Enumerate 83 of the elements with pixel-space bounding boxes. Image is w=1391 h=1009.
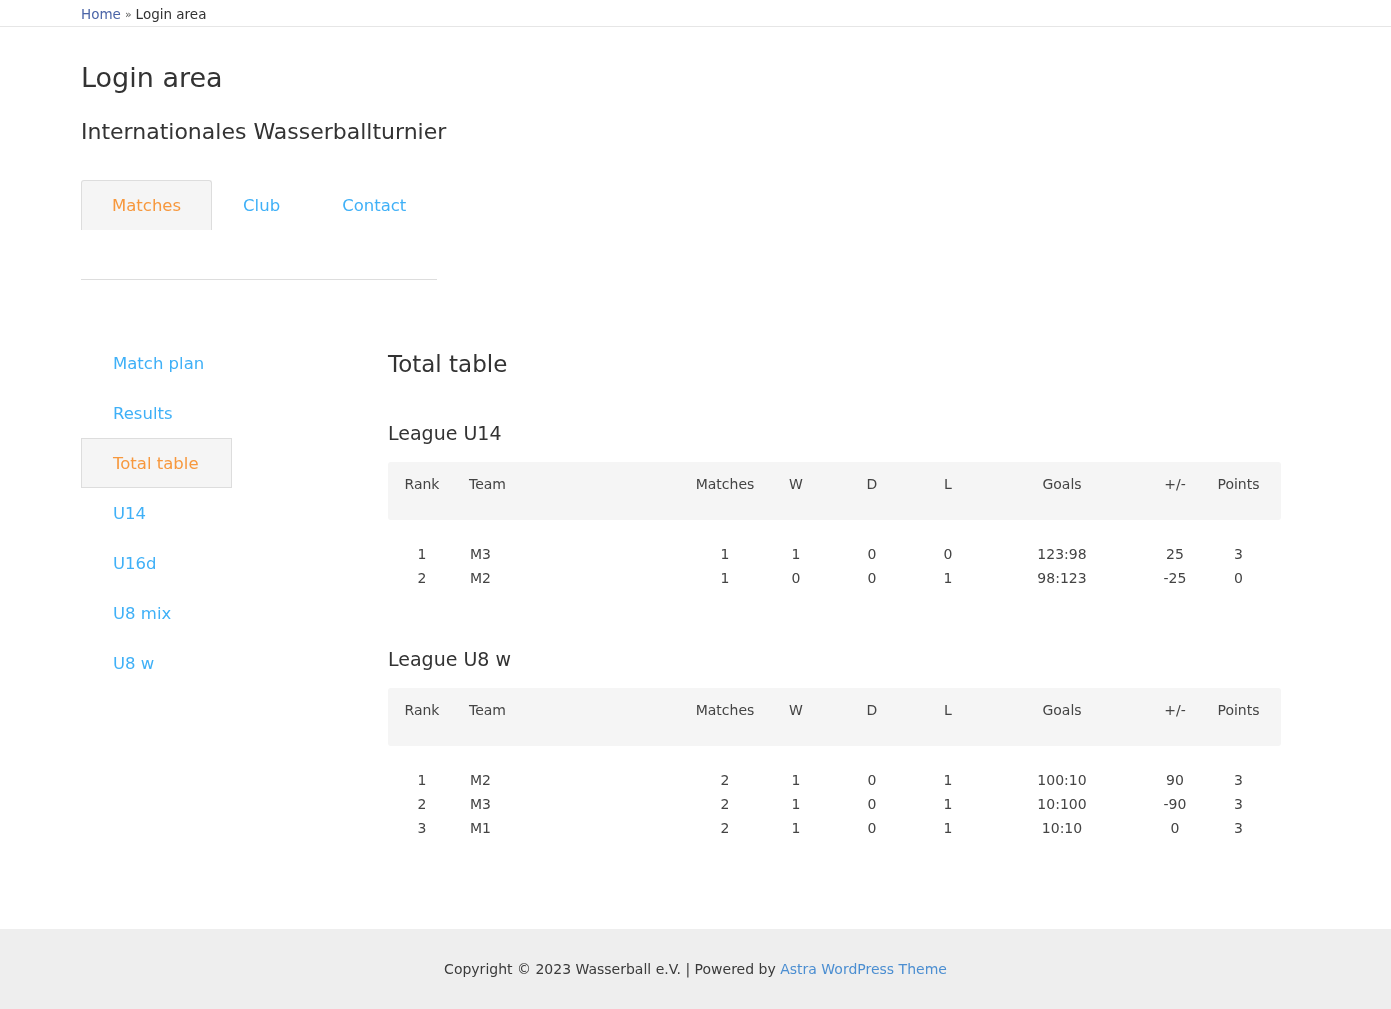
column-header: Rank: [403, 476, 441, 492]
column-header: Matches: [694, 476, 756, 492]
table-cell-text: 123:98: [1036, 546, 1088, 562]
breadcrumb-current: Login area: [135, 6, 207, 22]
table-cell-text: 1: [790, 772, 802, 788]
section-title: Total table: [388, 350, 509, 379]
table-cell-text: 0: [866, 772, 878, 788]
column-header: D: [865, 476, 879, 492]
table-cell-text: 0: [866, 546, 878, 562]
table-cell-text: 0: [866, 570, 878, 586]
page-title: Login area: [81, 61, 224, 95]
table-cell-text: 1: [942, 570, 954, 586]
column-header: Rank: [403, 702, 441, 718]
breadcrumb-separator: »: [124, 7, 132, 21]
table-cell-text: 1: [719, 570, 731, 586]
table-cell-text: M2: [469, 772, 492, 788]
column-header: W: [788, 476, 804, 492]
sidebar-item[interactable]: Results: [81, 388, 232, 438]
league-title: League U8 w: [388, 647, 512, 672]
sidebar-item[interactable]: U8 mix: [81, 588, 232, 638]
table-cell-text: 2: [719, 820, 731, 836]
table-cell-text: 1: [790, 546, 802, 562]
theme-link[interactable]: Astra WordPress Theme: [780, 961, 947, 977]
table-cell-text: 0: [1233, 570, 1244, 586]
tab[interactable]: Contact: [311, 180, 438, 230]
column-header: Team: [468, 476, 507, 492]
table-cell-text: 2: [416, 796, 428, 812]
table-cell-text: 1: [942, 772, 954, 788]
column-header: L: [943, 476, 953, 492]
table-cell-text: 98:123: [1036, 570, 1088, 586]
table-cell-text: 1: [416, 772, 428, 788]
column-header: Points: [1216, 702, 1261, 718]
column-header: L: [943, 702, 953, 718]
table-cell-text: -25: [1162, 570, 1188, 586]
column-header: Points: [1216, 476, 1261, 492]
table-cell-text: 2: [719, 772, 731, 788]
column-header: +/-: [1163, 476, 1187, 492]
table-cell-text: -90: [1162, 796, 1188, 812]
table-cell-text: M1: [469, 820, 492, 836]
column-header: D: [865, 702, 879, 718]
footer-text: Copyright © 2023 Wasserball e.V. | Powered by Astra WordPress Theme: [444, 961, 947, 977]
sidebar-item[interactable]: U14: [81, 488, 232, 538]
column-header: +/-: [1163, 702, 1187, 718]
table-cell-text: 0: [866, 820, 878, 836]
table-cell-text: 2: [416, 570, 428, 586]
sidebar-item[interactable]: U8 w: [81, 638, 232, 688]
page-subtitle: Internationales Wasserballturnier: [81, 118, 448, 146]
table-cell-text: 0: [1169, 820, 1181, 836]
table-cell-text: 1: [790, 796, 802, 812]
table-cell-text: 25: [1165, 546, 1185, 562]
table-cell-text: 1: [942, 820, 954, 836]
table-cell-text: M3: [469, 546, 492, 562]
table-cell-text: 3: [416, 820, 428, 836]
breadcrumb-link[interactable]: Home: [81, 6, 121, 22]
table-cell-text: 3: [1233, 820, 1244, 836]
column-header: Matches: [694, 702, 756, 718]
table-cell-text: 10:100: [1036, 796, 1088, 812]
column-header: W: [788, 702, 804, 718]
table-cell-text: 3: [1233, 546, 1244, 562]
table-cell-text: 0: [790, 570, 802, 586]
column-header: Team: [468, 702, 507, 718]
table-cell-text: 1: [719, 546, 731, 562]
table-cell-text: 3: [1233, 772, 1244, 788]
sidebar-item[interactable]: Match plan: [81, 338, 232, 388]
table-cell-text: 2: [719, 796, 731, 812]
column-header: Goals: [1041, 702, 1083, 718]
table-cell-text: 10:10: [1040, 820, 1084, 836]
column-header: Goals: [1041, 476, 1083, 492]
table-cell-text: 1: [790, 820, 802, 836]
table-cell-text: 1: [416, 546, 428, 562]
table-cell-text: 90: [1165, 772, 1185, 788]
table-cell-text: 1: [942, 796, 954, 812]
sidebar-item[interactable]: U16d: [81, 538, 232, 588]
tab[interactable]: Club: [212, 180, 312, 230]
table-cell-text: M2: [469, 570, 492, 586]
table-cell-text: 100:10: [1036, 772, 1088, 788]
league-title: League U14: [388, 421, 503, 446]
table-cell-text: M3: [469, 796, 492, 812]
table-cell-text: 0: [866, 796, 878, 812]
table-cell-text: 3: [1233, 796, 1244, 812]
tab[interactable]: Matches: [81, 180, 213, 230]
table-cell-text: 0: [942, 546, 954, 562]
sidebar-item[interactable]: Total table: [81, 438, 232, 488]
